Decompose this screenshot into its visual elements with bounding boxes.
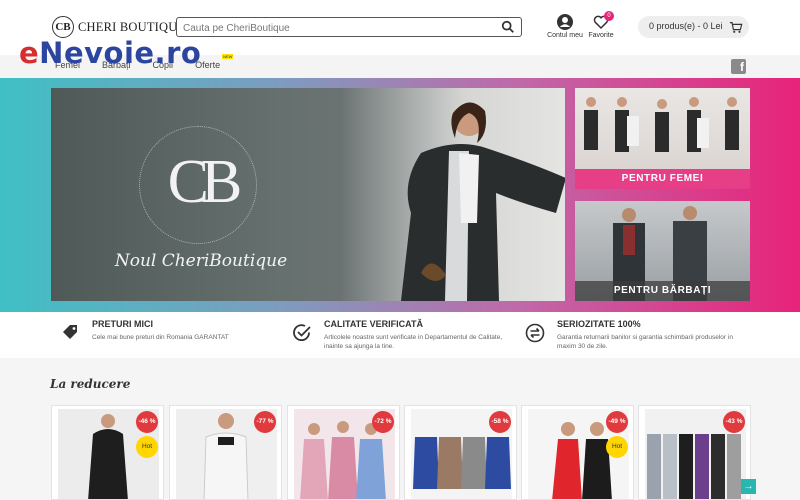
- hot-badge: Hot: [136, 436, 158, 458]
- promo-men-label: PENTRU BĂRBAȚI: [575, 281, 750, 301]
- account-link[interactable]: Contul meu: [547, 14, 583, 39]
- promo-men[interactable]: PENTRU BĂRBAȚI: [575, 201, 750, 301]
- feature-reliability-title: SERIOZITATE 100%: [557, 319, 641, 329]
- discount-badge: -49 %: [606, 411, 628, 433]
- exchange-icon: [525, 323, 545, 343]
- watermark-prefix: e: [19, 36, 40, 70]
- product-card[interactable]: -49 % Hot: [521, 405, 634, 500]
- discount-badge: -58 %: [489, 411, 511, 433]
- feature-reliability-desc: Garantia returnarii banilor si garantia …: [557, 334, 733, 350]
- account-label: Contul meu: [547, 32, 583, 39]
- user-icon: [557, 14, 573, 30]
- feature-prices: PRETURI MICI Cele mai bune preturi din R…: [60, 319, 260, 355]
- search-input[interactable]: [177, 19, 477, 38]
- hero-tagline: Noul CheriBoutique: [114, 251, 288, 271]
- promo-women[interactable]: PENTRU FEMEI: [575, 88, 750, 189]
- hot-badge: Hot: [606, 436, 628, 458]
- favorites-label: Favorite: [588, 32, 614, 39]
- product-card[interactable]: -58 %: [404, 405, 517, 500]
- feature-quality: CALITATE VERIFICATĂ Articolele noastre s…: [292, 319, 517, 355]
- hero-model-image: [401, 102, 565, 301]
- facebook-icon[interactable]: f: [731, 59, 746, 74]
- discount-badge: -72 %: [372, 411, 394, 433]
- product-card[interactable]: -72 %: [287, 405, 400, 500]
- hero-banner[interactable]: CB Noul CheriBoutique: [51, 88, 565, 301]
- cart-icon: [729, 22, 743, 33]
- discount-badge: -43 %: [723, 411, 745, 433]
- promo-women-label: PENTRU FEMEI: [575, 169, 750, 189]
- favorites-link[interactable]: 0 Favorite: [586, 11, 616, 39]
- sale-title: La reducere: [50, 377, 131, 391]
- brand-name: CHERI BOUTIQUE: [78, 19, 186, 34]
- search-box: [176, 17, 522, 38]
- watermark-rest: Nevoie.ro: [39, 36, 202, 70]
- features-strip: PRETURI MICI Cele mai bune preturi din R…: [0, 312, 800, 358]
- search-icon[interactable]: [501, 20, 515, 34]
- discount-badge: -77 %: [254, 411, 276, 433]
- product-card[interactable]: -43 %: [638, 405, 751, 500]
- check-circle-icon: [293, 324, 311, 341]
- brand-logo[interactable]: CB CHERI BOUTIQUE: [52, 16, 185, 38]
- feature-reliability: SERIOZITATE 100% Garantia returnarii ban…: [525, 319, 755, 355]
- feature-prices-title: PRETURI MICI: [92, 319, 154, 329]
- cart-summary: 0 produs(e) - 0 Lei: [649, 21, 723, 31]
- price-tag-icon: [63, 325, 77, 339]
- product-card[interactable]: -77 %: [169, 405, 282, 500]
- feature-prices-desc: Cele mai bune preturi din Romania GARANT…: [92, 334, 229, 341]
- new-badge: NEW: [222, 54, 234, 59]
- cart-button[interactable]: 0 produs(e) - 0 Lei: [638, 16, 749, 38]
- watermark: eNevoie.ro: [19, 36, 201, 70]
- hero-logo-mark: CB: [167, 148, 243, 216]
- product-card[interactable]: -46 % Hot: [51, 405, 164, 500]
- discount-badge: -46 %: [136, 411, 158, 433]
- feature-quality-title: CALITATE VERIFICATĂ: [324, 319, 423, 329]
- favorites-count-badge: 0: [604, 11, 614, 21]
- feature-quality-desc: Articolele noastre sunt verificate in De…: [324, 334, 503, 350]
- carousel-next-arrow[interactable]: →: [741, 479, 756, 494]
- brand-mark: CB: [52, 16, 74, 38]
